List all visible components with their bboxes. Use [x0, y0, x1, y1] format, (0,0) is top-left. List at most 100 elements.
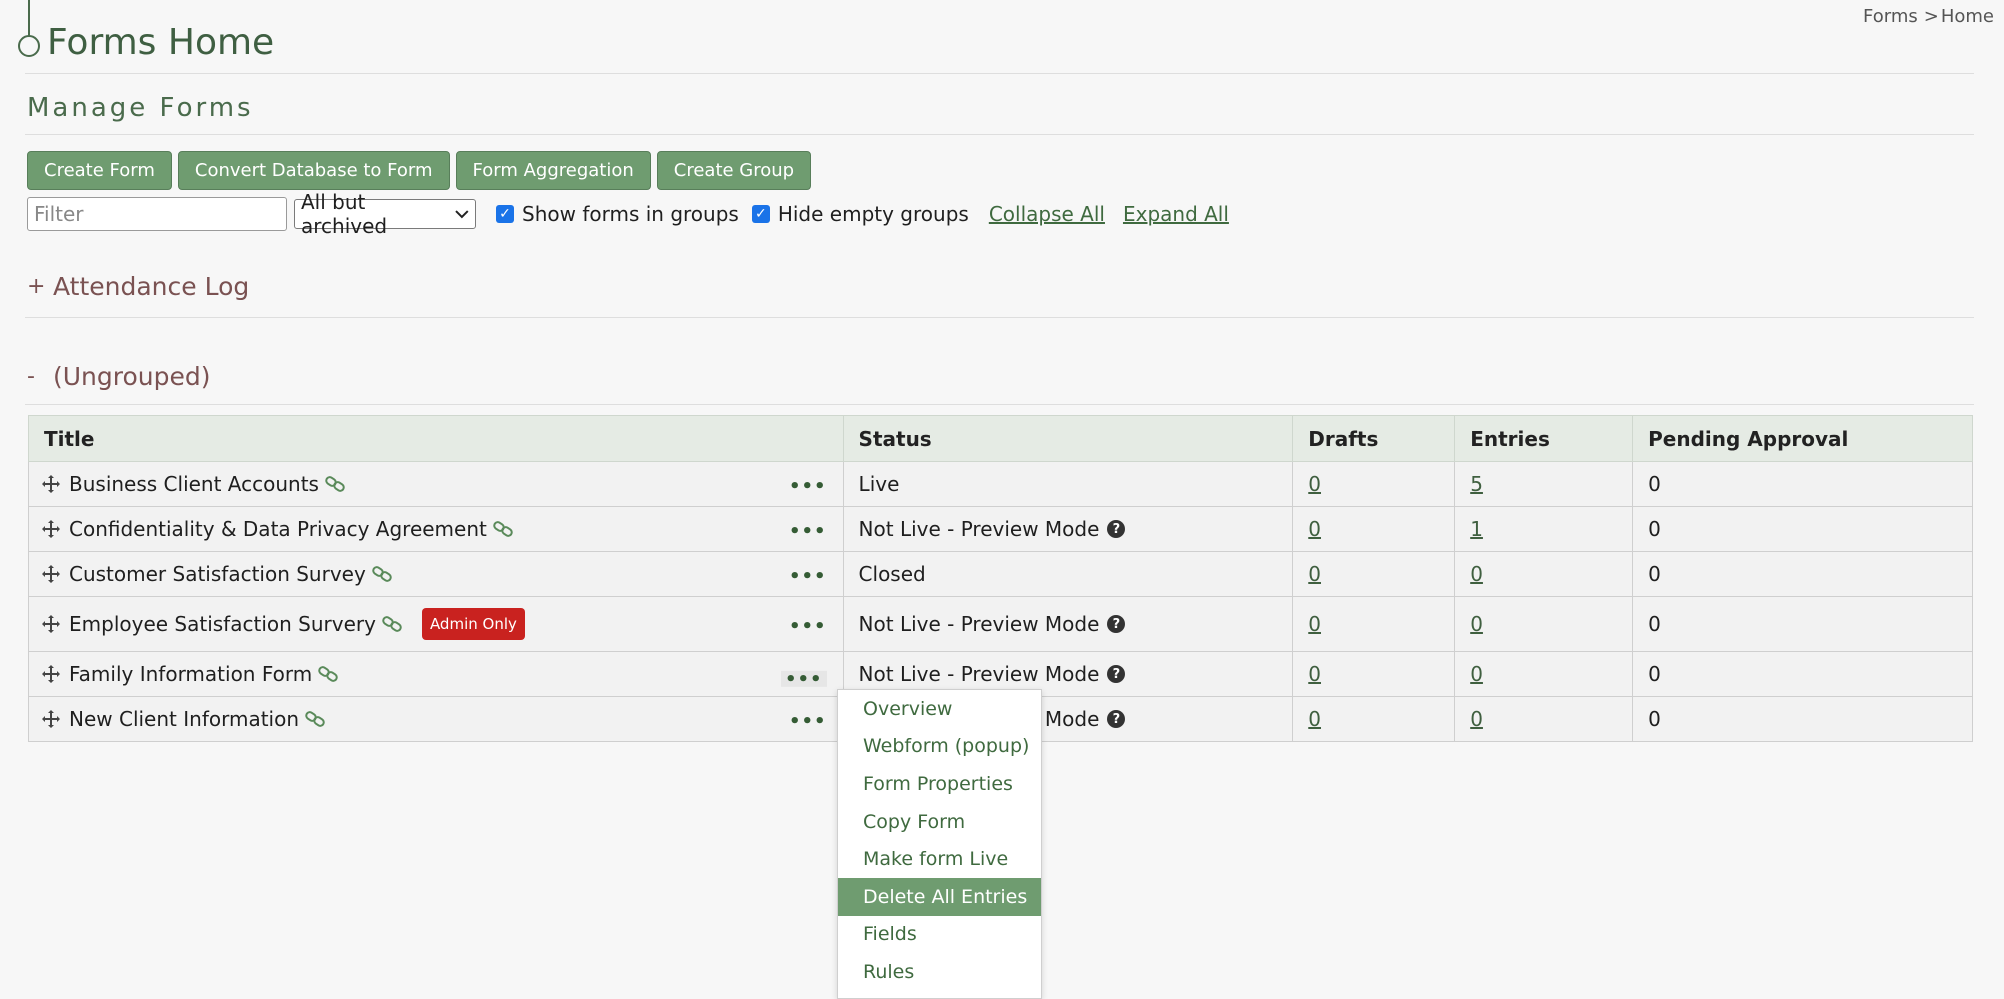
link-icon[interactable]	[318, 666, 338, 682]
move-handle-icon[interactable]	[41, 709, 61, 729]
move-handle-icon[interactable]	[41, 614, 61, 634]
status-cell: Not Live - Preview Mode?	[842, 596, 1294, 652]
entries-link[interactable]: 5	[1470, 472, 1483, 496]
group-header-ungrouped[interactable]: - (Ungrouped)	[27, 362, 211, 391]
title-cell: Confidentiality & Data Privacy Agreement…	[28, 506, 844, 552]
column-header-title[interactable]: Title	[28, 415, 844, 462]
status-text: Not Live - Preview Mode	[858, 517, 1100, 541]
menu-item-overview[interactable]: Overview	[838, 690, 1041, 728]
breadcrumb: Forms > Home	[1857, 6, 1994, 27]
row-menu-button[interactable]: •••	[789, 618, 827, 636]
drafts-link[interactable]: 0	[1308, 517, 1321, 541]
status-cell: Not Live - Preview Mode?	[842, 506, 1294, 552]
help-icon[interactable]: ?	[1107, 520, 1126, 538]
link-icon[interactable]	[493, 521, 513, 537]
drafts-cell: 0	[1292, 651, 1456, 697]
drafts-link[interactable]: 0	[1308, 707, 1321, 731]
pending-cell: 0	[1632, 506, 1973, 552]
menu-item-fields[interactable]: Fields	[838, 916, 1041, 954]
status-cell: Closed	[842, 551, 1294, 597]
entries-link[interactable]: 1	[1470, 517, 1483, 541]
row-context-menu: Overview Webform (popup) Form Properties…	[837, 689, 1042, 999]
row-menu-button[interactable]: •••	[789, 478, 827, 496]
table-header-row: Title Status Drafts Entries Pending Appr…	[28, 415, 1973, 462]
row-menu-button-active[interactable]: •••	[781, 670, 827, 688]
entries-link[interactable]: 0	[1470, 662, 1483, 686]
drafts-link[interactable]: 0	[1308, 662, 1321, 686]
row-menu-button[interactable]: •••	[789, 523, 827, 541]
breadcrumb-forms[interactable]: Forms	[1863, 6, 1918, 27]
link-icon[interactable]	[305, 711, 325, 727]
link-icon[interactable]	[325, 476, 345, 492]
column-header-entries[interactable]: Entries	[1454, 415, 1634, 462]
form-aggregation-button[interactable]: Form Aggregation	[455, 151, 651, 190]
menu-item-copy-form[interactable]: Copy Form	[838, 803, 1041, 841]
status-text: Live	[858, 472, 900, 496]
page-title: Forms Home	[47, 22, 275, 63]
create-group-button[interactable]: Create Group	[656, 151, 812, 190]
menu-item-rules[interactable]: Rules	[838, 953, 1041, 991]
form-title[interactable]: Family Information Form	[69, 662, 312, 686]
pending-cell: 0	[1632, 596, 1973, 652]
form-title[interactable]: Business Client Accounts	[69, 472, 319, 496]
collapse-toggle-icon[interactable]: -	[27, 364, 53, 389]
breadcrumb-separator: >	[1923, 6, 1939, 27]
move-handle-icon[interactable]	[41, 564, 61, 584]
filter-input[interactable]: Filter	[27, 197, 287, 231]
expand-all-link[interactable]: Expand All	[1123, 202, 1229, 226]
status-select[interactable]: All but archived	[294, 190, 476, 238]
form-title[interactable]: New Client Information	[69, 707, 299, 731]
entries-cell: 0	[1454, 651, 1634, 697]
menu-item-form-properties[interactable]: Form Properties	[838, 765, 1041, 803]
hide-empty-groups-checkbox[interactable]: ✓ Hide empty groups	[751, 202, 969, 226]
move-handle-icon[interactable]	[41, 519, 61, 539]
divider	[25, 317, 1974, 318]
move-handle-icon[interactable]	[41, 664, 61, 684]
timeline-line	[28, 0, 30, 36]
drafts-cell: 0	[1292, 551, 1456, 597]
group-header-attendance-log[interactable]: + Attendance Log	[27, 272, 249, 301]
menu-item-make-form-live[interactable]: Make form Live	[838, 840, 1041, 878]
move-handle-icon[interactable]	[41, 474, 61, 494]
breadcrumb-home[interactable]: Home	[1941, 6, 1994, 27]
pending-value: 0	[1648, 612, 1661, 636]
drafts-cell: 0	[1292, 461, 1456, 507]
link-icon[interactable]	[382, 616, 402, 632]
collapse-all-link[interactable]: Collapse All	[989, 202, 1105, 226]
checkmark-icon: ✓	[496, 205, 514, 223]
entries-link[interactable]: 0	[1470, 707, 1483, 731]
menu-item-delete-all-entries[interactable]: Delete All Entries	[838, 877, 1041, 916]
show-in-groups-checkbox[interactable]: ✓ Show forms in groups	[496, 202, 739, 226]
row-menu-button[interactable]: •••	[789, 713, 827, 731]
show-in-groups-label: Show forms in groups	[522, 202, 739, 226]
row-menu-button[interactable]: •••	[789, 568, 827, 586]
column-header-pending-approval[interactable]: Pending Approval	[1632, 415, 1973, 462]
drafts-link[interactable]: 0	[1308, 562, 1321, 586]
menu-item-webform-popup[interactable]: Webform (popup)	[838, 728, 1041, 766]
status-text: Closed	[858, 562, 926, 586]
create-form-button[interactable]: Create Form	[27, 151, 172, 190]
entries-link[interactable]: 0	[1470, 612, 1483, 636]
expand-toggle-icon[interactable]: +	[27, 274, 53, 299]
column-header-drafts[interactable]: Drafts	[1292, 415, 1456, 462]
pending-cell: 0	[1632, 461, 1973, 507]
form-title[interactable]: Customer Satisfaction Survey	[69, 562, 366, 586]
column-header-status[interactable]: Status	[842, 415, 1294, 462]
pending-cell: 0	[1632, 651, 1973, 697]
form-title[interactable]: Employee Satisfaction Survery	[69, 612, 376, 636]
help-icon[interactable]: ?	[1107, 665, 1126, 683]
form-title[interactable]: Confidentiality & Data Privacy Agreement	[69, 517, 487, 541]
entries-link[interactable]: 0	[1470, 562, 1483, 586]
link-icon[interactable]	[372, 566, 392, 582]
help-icon[interactable]: ?	[1107, 710, 1126, 728]
entries-cell: 5	[1454, 461, 1634, 507]
help-icon[interactable]: ?	[1107, 615, 1126, 633]
divider	[25, 134, 1974, 135]
drafts-cell: 0	[1292, 696, 1456, 742]
convert-database-button[interactable]: Convert Database to Form	[177, 151, 450, 190]
table-row: Confidentiality & Data Privacy Agreement…	[28, 506, 1973, 552]
timeline-node-icon	[18, 35, 40, 57]
divider	[25, 404, 1974, 405]
drafts-link[interactable]: 0	[1308, 612, 1321, 636]
drafts-link[interactable]: 0	[1308, 472, 1321, 496]
